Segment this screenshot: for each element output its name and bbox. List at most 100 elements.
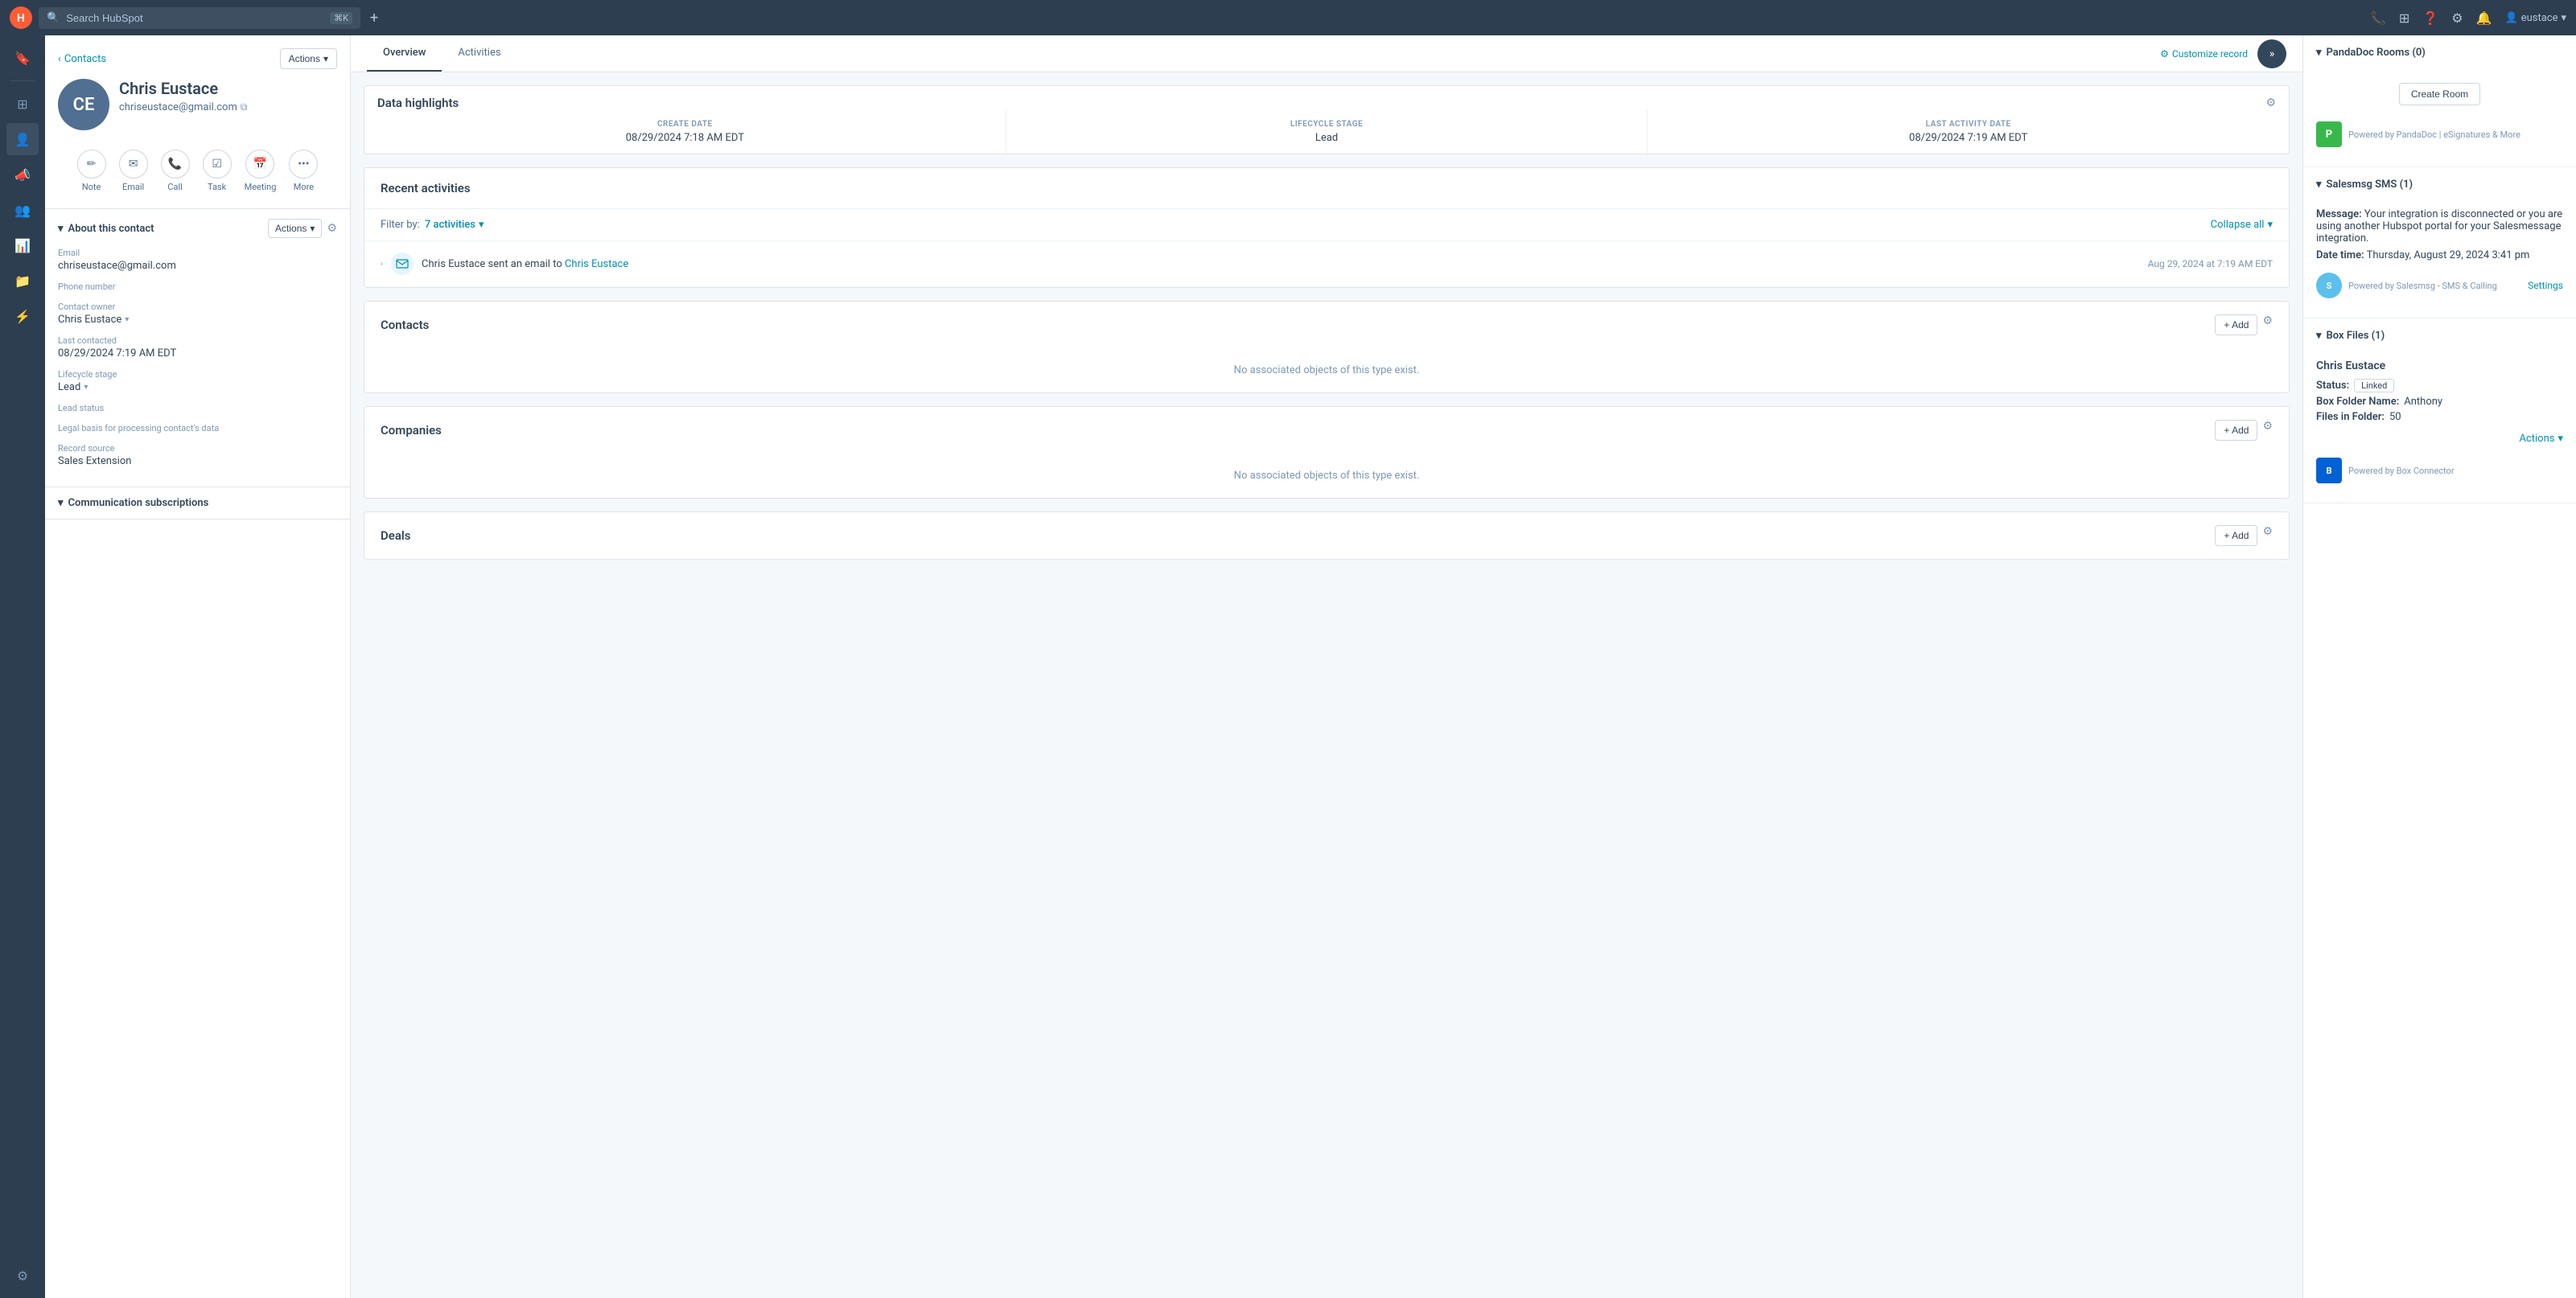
salesmsg-section: ▾ Salesmsg SMS (1) Message: Your integra… <box>2303 167 2576 318</box>
comm-subs-header[interactable]: ▾ Communication subscriptions <box>45 487 350 519</box>
about-collapse-icon: ▾ <box>58 223 64 235</box>
search-input[interactable] <box>66 12 323 24</box>
box-contact-name: Chris Eustace <box>2316 359 2563 372</box>
filter-label: Filter by: 7 activities ▾ <box>381 219 484 231</box>
box-section: ▾ Box Files (1) Chris Eustace Status: Li… <box>2303 318 2576 503</box>
about-settings-icon[interactable]: ⚙ <box>327 222 337 235</box>
about-section: ▾ About this contact Actions ▾ ⚙ Email c… <box>45 209 350 487</box>
nav-forward-arrow[interactable]: » <box>2257 39 2286 68</box>
user-menu[interactable]: 👤 eustace ▾ <box>2504 12 2566 24</box>
contacts-gear-icon[interactable]: ⚙ <box>2262 314 2273 335</box>
field-last-contacted: Last contacted 08/29/2024 7:19 AM EDT <box>58 335 337 359</box>
field-lifecycle-stage: Lifecycle stage Lead ▾ <box>58 369 337 393</box>
highlight-lifecycle-stage: LIFECYCLE STAGE Lead <box>1006 110 1648 154</box>
task-button[interactable]: ☑ Task <box>203 150 232 192</box>
contacts-add-button[interactable]: + Add <box>2215 314 2257 335</box>
meeting-button[interactable]: 📅 Meeting <box>245 150 277 192</box>
sidebar-item-reports[interactable]: 📊 <box>6 229 39 261</box>
call-button[interactable]: 📞 Call <box>161 150 190 192</box>
recent-activities-title: Recent activities <box>381 181 471 195</box>
data-highlights-gear-icon[interactable]: ⚙ <box>2265 97 2276 109</box>
about-section-header[interactable]: ▾ About this contact Actions ▾ ⚙ <box>45 209 350 248</box>
center-tabs-bar: Overview Activities ⚙ Customize record » <box>351 35 2302 72</box>
sidebar-divider-1 <box>10 80 35 81</box>
data-highlights-title: Data highlights <box>377 96 459 110</box>
sidebar-item-marketing[interactable]: 📣 <box>6 158 39 191</box>
filter-dropdown-icon: ▾ <box>479 219 484 231</box>
filter-activities-dropdown[interactable]: 7 activities ▾ <box>425 219 484 231</box>
contacts-card: Contacts + Add ⚙ No associated objects o… <box>364 301 2290 393</box>
sidebar-item-sales[interactable]: 👥 <box>6 194 39 226</box>
contact-actions-button[interactable]: Actions ▾ <box>280 48 337 69</box>
contact-info: CE Chris Eustace chriseustace@gmail.com … <box>58 79 337 130</box>
settings-icon[interactable]: ⚙ <box>2451 10 2463 26</box>
field-record-source: Record source Sales Extension <box>58 443 337 467</box>
salesmsg-message-field: Message: Your integration is disconnecte… <box>2316 208 2563 244</box>
companies-gear-icon[interactable]: ⚙ <box>2262 420 2273 441</box>
companies-empty-text: No associated objects of this type exist… <box>364 454 2289 498</box>
salesmsg-logo-icon: S <box>2316 273 2342 298</box>
action-buttons-row: ✏ Note ✉ Email 📞 Call ☑ Task 📅 Meeti <box>58 143 337 199</box>
back-chevron-icon: ‹ <box>58 53 61 65</box>
about-actions-dropdown-icon: ▾ <box>310 223 315 234</box>
deals-add-button[interactable]: + Add <box>2215 525 2257 546</box>
sidebar-item-bookmark[interactable]: 🔖 <box>6 42 39 74</box>
salesmsg-settings-link[interactable]: Settings <box>2528 280 2563 291</box>
sidebar-item-settings[interactable]: ⚙ <box>6 1259 39 1292</box>
owner-dropdown-icon[interactable]: ▾ <box>125 315 129 324</box>
hubspot-logo[interactable]: H <box>10 6 32 29</box>
tab-activities[interactable]: Activities <box>442 35 516 72</box>
right-panel: ▾ PandaDoc Rooms (0) Create Room P Power… <box>2302 35 2576 1298</box>
data-highlights-card: Data highlights ⚙ CREATE DATE 08/29/2024… <box>364 85 2290 154</box>
box-actions-button[interactable]: Actions ▾ <box>2519 433 2563 445</box>
customize-record-link[interactable]: ⚙ Customize record <box>2160 39 2248 69</box>
field-email: Email chriseustace@gmail.com <box>58 248 337 272</box>
about-fields: Email chriseustace@gmail.com Phone numbe… <box>45 248 350 487</box>
help-icon[interactable]: ❓ <box>2422 10 2438 26</box>
box-body: Chris Eustace Status: Linked Box Folder … <box>2303 353 2576 503</box>
copy-email-icon[interactable]: ⧉ <box>241 101 248 113</box>
box-header[interactable]: ▾ Box Files (1) <box>2303 318 2576 353</box>
activity-timestamp: Aug 29, 2024 at 7:19 AM EDT <box>2148 258 2273 269</box>
notifications-icon[interactable]: 🔔 <box>2476 10 2492 26</box>
salesmsg-powered-by: S Powered by Salesmsg - SMS & Calling Se… <box>2316 266 2563 305</box>
activity-expand-icon[interactable]: › <box>381 260 383 269</box>
salesmsg-header[interactable]: ▾ Salesmsg SMS (1) <box>2303 167 2576 202</box>
activity-contact-link[interactable]: Chris Eustace <box>565 258 628 270</box>
add-button[interactable]: + <box>370 10 378 27</box>
activity-text: Chris Eustace sent an email to Chris Eus… <box>422 258 2140 270</box>
recent-activities-card: Recent activities Filter by: 7 activitie… <box>364 167 2290 288</box>
center-tabs: Overview Activities <box>367 35 517 72</box>
email-button[interactable]: ✉ Email <box>119 150 148 192</box>
contact-email: chriseustace@gmail.com ⧉ <box>119 101 247 113</box>
back-to-contacts[interactable]: ‹ Contacts <box>58 53 106 65</box>
activity-item: › Chris Eustace sent an email to Chris E… <box>364 241 2289 287</box>
lifecycle-dropdown-icon[interactable]: ▾ <box>84 383 88 392</box>
center-content: Data highlights ⚙ CREATE DATE 08/29/2024… <box>351 72 2302 585</box>
box-actions-row: Actions ▾ <box>2316 426 2563 451</box>
about-actions-button[interactable]: Actions ▾ <box>268 219 322 238</box>
sidebar-item-contacts[interactable]: 👤 <box>6 123 39 155</box>
box-collapse-icon: ▾ <box>2316 330 2322 342</box>
customize-icon: ⚙ <box>2160 48 2169 60</box>
search-bar[interactable]: 🔍 ⌘K <box>39 7 360 29</box>
user-avatar-icon: 👤 <box>2504 12 2517 24</box>
center-panel: Overview Activities ⚙ Customize record »… <box>351 35 2302 1298</box>
companies-add-button[interactable]: + Add <box>2215 420 2257 441</box>
more-actions-button[interactable]: ••• More <box>289 150 318 192</box>
phone-icon[interactable]: 📞 <box>2370 10 2386 26</box>
sidebar-item-automation[interactable]: ⚡ <box>6 300 39 332</box>
create-room-button[interactable]: Create Room <box>2399 83 2480 105</box>
collapse-arrow-icon: ▾ <box>2267 219 2273 231</box>
pandadoc-header[interactable]: ▾ PandaDoc Rooms (0) <box>2303 35 2576 70</box>
field-lead-status: Lead status <box>58 403 337 413</box>
grid-icon[interactable]: ⊞ <box>2399 10 2409 26</box>
tab-overview[interactable]: Overview <box>367 35 442 72</box>
salesmsg-collapse-icon: ▾ <box>2316 179 2322 191</box>
note-button[interactable]: ✏ Note <box>77 150 106 192</box>
sidebar-item-dashboard[interactable]: ⊞ <box>6 88 39 120</box>
collapse-all-button[interactable]: Collapse all ▾ <box>2211 219 2273 231</box>
deals-gear-icon[interactable]: ⚙ <box>2262 525 2273 546</box>
sidebar-item-files[interactable]: 📁 <box>6 265 39 297</box>
pandadoc-powered-by: P Powered by PandaDoc | eSignatures & Mo… <box>2316 115 2563 154</box>
